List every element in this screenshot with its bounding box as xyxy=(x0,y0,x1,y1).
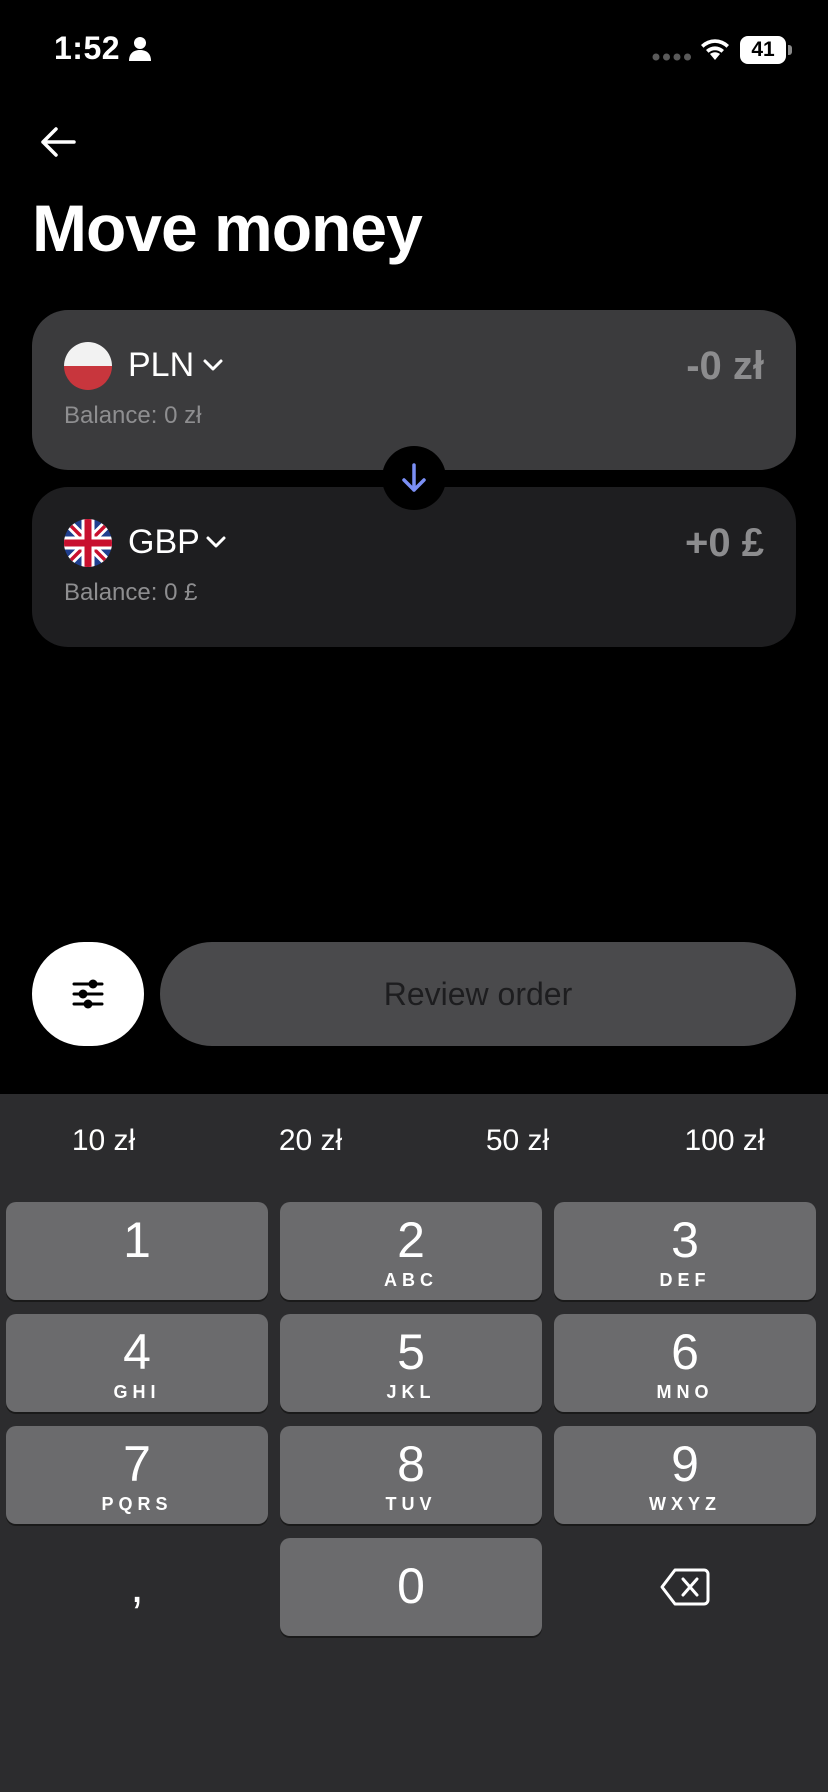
to-currency-code[interactable]: GBP xyxy=(128,523,200,562)
review-order-button[interactable]: Review order xyxy=(160,942,796,1046)
key-number: 3 xyxy=(671,1212,699,1268)
person-icon xyxy=(129,37,151,61)
backspace-icon xyxy=(660,1568,710,1606)
quick-amounts-bar: 10 zł 20 zł 50 zł 100 zł xyxy=(0,1094,828,1190)
page-title: Move money xyxy=(32,191,423,265)
key-number: 5 xyxy=(397,1324,425,1380)
poland-flag-icon xyxy=(64,342,112,390)
order-settings-button[interactable] xyxy=(32,942,144,1046)
to-balance: Balance: 0 £ xyxy=(64,579,198,606)
key-letters: ABC xyxy=(384,1270,438,1290)
key-letters: JKL xyxy=(386,1382,436,1402)
key-decimal[interactable]: , xyxy=(6,1538,268,1636)
key-letters: PQRS xyxy=(101,1494,173,1514)
from-balance: Balance: 0 zł xyxy=(64,402,202,429)
quick-amount-10[interactable]: 10 zł xyxy=(0,1124,207,1158)
key-letters: DEF xyxy=(659,1270,711,1290)
key-1[interactable]: 1 xyxy=(6,1202,268,1300)
key-2[interactable]: 2 ABC xyxy=(280,1202,542,1300)
quick-amount-50[interactable]: 50 zł xyxy=(414,1124,621,1158)
key-backspace[interactable] xyxy=(554,1538,816,1636)
status-bar: 1:52 41 xyxy=(0,0,828,100)
from-amount[interactable]: -0 zł xyxy=(686,344,764,389)
key-7[interactable]: 7 PQRS xyxy=(6,1426,268,1524)
key-8[interactable]: 8 TUV xyxy=(280,1426,542,1524)
key-number: 0 xyxy=(397,1558,425,1614)
key-0[interactable]: 0 xyxy=(280,1538,542,1636)
key-number: 2 xyxy=(397,1212,425,1268)
key-number: 6 xyxy=(671,1324,699,1380)
status-time: 1:52 xyxy=(54,30,121,66)
key-number: 9 xyxy=(671,1436,699,1492)
key-number: 4 xyxy=(123,1324,151,1380)
to-amount[interactable]: +0 £ xyxy=(685,521,764,566)
key-number: 1 xyxy=(123,1212,151,1268)
to-currency-card[interactable]: GBP +0 £ Balance: 0 £ xyxy=(32,487,796,647)
uk-flag-icon xyxy=(64,519,112,567)
arrow-down-icon xyxy=(402,463,426,492)
key-6[interactable]: 6 MNO xyxy=(554,1314,816,1412)
key-letters: MNO xyxy=(656,1382,714,1402)
battery-icon: 41 xyxy=(740,36,792,64)
wifi-icon xyxy=(701,39,729,60)
key-3[interactable]: 3 DEF xyxy=(554,1202,816,1300)
chevron-down-icon[interactable] xyxy=(205,535,227,549)
arrow-left-icon xyxy=(41,127,76,157)
battery-level: 41 xyxy=(740,36,786,64)
key-5[interactable]: 5 JKL xyxy=(280,1314,542,1412)
swap-direction-button[interactable] xyxy=(382,446,446,510)
signal-dots-icon xyxy=(652,53,691,61)
from-currency-code[interactable]: PLN xyxy=(128,346,194,385)
key-number: 8 xyxy=(397,1436,425,1492)
key-letters: WXYZ xyxy=(649,1494,721,1514)
back-button[interactable] xyxy=(32,116,84,168)
chevron-down-icon[interactable] xyxy=(202,358,224,372)
battery-nub xyxy=(788,45,792,55)
key-number: 7 xyxy=(123,1436,151,1492)
key-letters: TUV xyxy=(385,1494,437,1514)
quick-amount-20[interactable]: 20 zł xyxy=(207,1124,414,1158)
quick-amount-100[interactable]: 100 zł xyxy=(621,1124,828,1158)
numeric-keypad: 10 zł 20 zł 50 zł 100 zł 1 2 ABC 3 DEF 4… xyxy=(0,1094,828,1792)
key-letters: GHI xyxy=(113,1382,161,1402)
key-4[interactable]: 4 GHI xyxy=(6,1314,268,1412)
sliders-icon xyxy=(72,979,104,1009)
key-9[interactable]: 9 WXYZ xyxy=(554,1426,816,1524)
